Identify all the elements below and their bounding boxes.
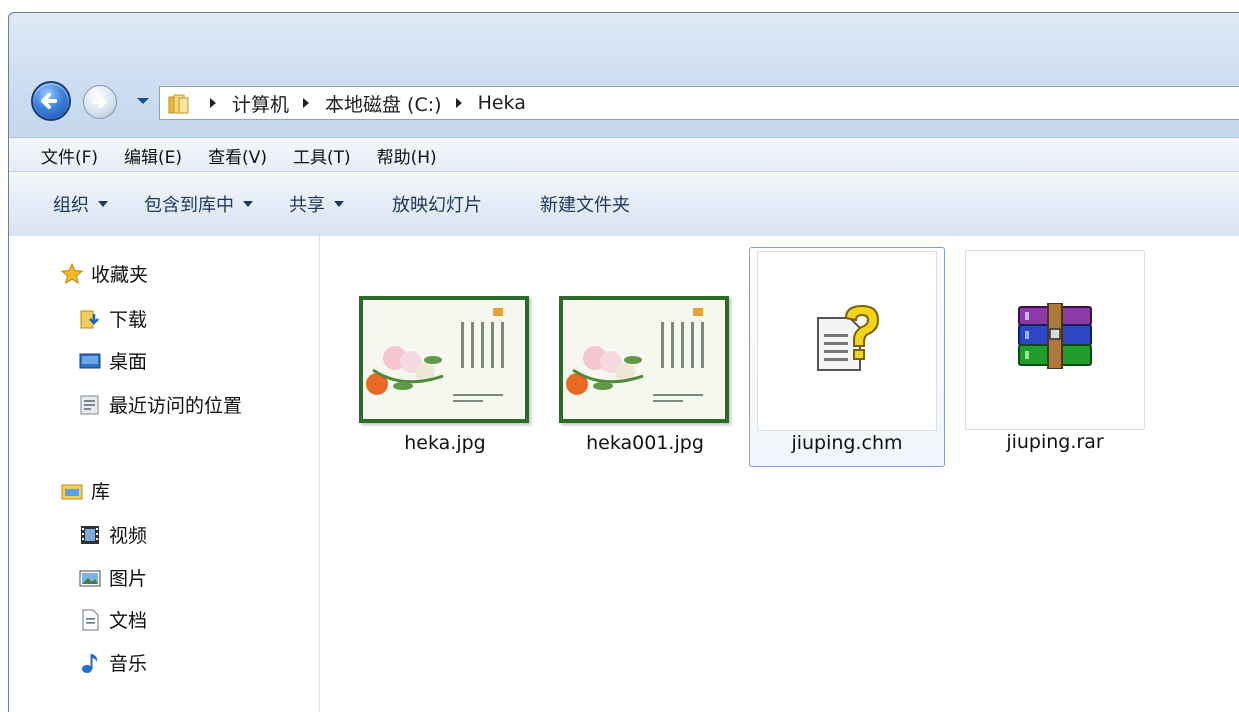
folder-icon — [168, 94, 189, 114]
back-arrow-icon — [41, 93, 57, 109]
file-name: heka001.jpg — [586, 432, 704, 454]
file-item-jiuping-rar[interactable]: jiuping.rar — [957, 247, 1153, 467]
sidebar-item-videos[interactable]: 视频 — [79, 521, 147, 548]
navigation-bar: 计算机 本地磁盘 (C:) Heka — [9, 69, 1239, 129]
breadcrumb-separator-icon — [455, 98, 462, 108]
file-item-heka-jpg[interactable]: heka.jpg — [350, 284, 540, 472]
music-note-icon — [79, 652, 101, 674]
breadcrumb-item-drive[interactable]: 本地磁盘 (C:) — [293, 90, 446, 117]
video-icon — [79, 524, 101, 546]
file-name: jiuping.rar — [1006, 431, 1104, 453]
slideshow-label: 放映幻灯片 — [392, 195, 482, 216]
share-button[interactable]: 共享 — [271, 191, 362, 217]
chevron-down-icon — [137, 98, 149, 104]
breadcrumb-separator-icon — [303, 98, 310, 108]
pictures-icon — [79, 567, 101, 589]
desktop-icon — [79, 350, 101, 372]
share-label: 共享 — [289, 195, 325, 216]
file-name: jiuping.chm — [791, 432, 903, 454]
explorer-window: 计算机 本地磁盘 (C:) Heka 文件(F) 编辑(E) 查看(V) 工具(… — [8, 12, 1239, 712]
breadcrumb-item-heka[interactable]: Heka — [446, 92, 530, 114]
sidebar-item-downloads[interactable]: 下载 — [79, 305, 147, 332]
address-bar[interactable]: 计算机 本地磁盘 (C:) Heka — [159, 86, 1239, 120]
chevron-down-icon — [243, 201, 253, 207]
menu-bar: 文件(F) 编辑(E) 查看(V) 工具(T) 帮助(H) — [9, 137, 1239, 172]
recent-pages-dropdown[interactable] — [133, 91, 153, 111]
menu-edit[interactable]: 编辑(E) — [111, 143, 195, 168]
file-thumbnail-frame — [757, 251, 937, 431]
forward-arrow-icon — [92, 95, 107, 109]
new-folder-button[interactable]: 新建文件夹 — [500, 191, 648, 217]
slideshow-button[interactable]: 放映幻灯片 — [362, 191, 500, 217]
image-thumbnail — [359, 296, 529, 423]
breadcrumb: 计算机 本地磁盘 (C:) Heka — [200, 87, 530, 119]
include-in-library-button[interactable]: 包含到库中 — [126, 191, 271, 217]
sidebar-item-libraries[interactable]: 库 — [61, 477, 110, 504]
file-list: heka.jpg heka001.jpg jiuping.chm jiuping… — [320, 236, 1239, 712]
menu-tools[interactable]: 工具(T) — [280, 143, 364, 168]
menu-file[interactable]: 文件(F) — [9, 143, 111, 168]
menu-help[interactable]: 帮助(H) — [364, 143, 450, 168]
file-item-jiuping-chm[interactable]: jiuping.chm — [749, 247, 945, 467]
menu-view[interactable]: 查看(V) — [195, 143, 280, 168]
image-thumbnail — [559, 296, 729, 423]
navigation-pane: 收藏夹 下载 桌面 最近访问的位置 库 视频 图片 文档 音乐 — [9, 236, 320, 712]
star-icon — [61, 262, 83, 285]
sidebar-item-documents[interactable]: 文档 — [79, 606, 147, 633]
organize-label: 组织 — [53, 195, 89, 216]
breadcrumb-separator-icon — [210, 98, 216, 108]
chevron-down-icon — [334, 201, 344, 207]
sidebar-item-music[interactable]: 音乐 — [79, 649, 147, 676]
chm-help-icon — [817, 304, 880, 371]
sidebar-item-favorites[interactable]: 收藏夹 — [61, 260, 148, 287]
back-button[interactable] — [31, 81, 71, 121]
document-icon — [79, 609, 101, 631]
sidebar-item-desktop[interactable]: 桌面 — [79, 347, 147, 374]
content-area: 收藏夹 下载 桌面 最近访问的位置 库 视频 图片 文档 音乐 heka.jpg… — [9, 236, 1239, 712]
file-name: heka.jpg — [404, 432, 486, 454]
chevron-down-icon — [98, 201, 108, 207]
include-in-library-label: 包含到库中 — [144, 195, 234, 216]
downloads-folder-icon — [79, 308, 101, 330]
breadcrumb-item-computer[interactable]: 计算机 — [200, 90, 293, 117]
recent-places-icon — [79, 394, 101, 416]
file-thumbnail-frame — [965, 250, 1145, 430]
organize-button[interactable]: 组织 — [9, 191, 126, 217]
sidebar-item-recent-places[interactable]: 最近访问的位置 — [79, 391, 242, 418]
forward-button[interactable] — [83, 85, 117, 119]
command-bar: 组织 包含到库中 共享 放映幻灯片 新建文件夹 — [9, 171, 1239, 237]
sidebar-item-pictures[interactable]: 图片 — [79, 564, 147, 591]
library-icon — [61, 480, 83, 502]
file-item-heka001-jpg[interactable]: heka001.jpg — [550, 284, 740, 472]
winrar-archive-icon — [1018, 303, 1092, 369]
new-folder-label: 新建文件夹 — [540, 195, 630, 216]
